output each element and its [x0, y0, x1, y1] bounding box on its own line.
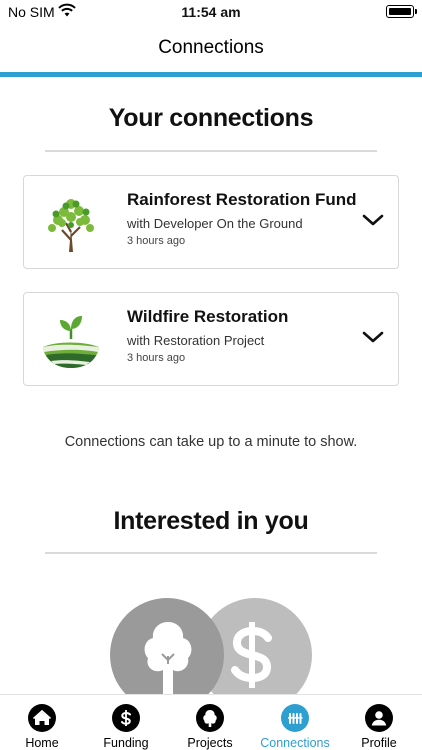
- tree-icon: [144, 622, 192, 694]
- connection-card[interactable]: Rainforest Restoration Fund with Develop…: [23, 175, 399, 269]
- dollar-icon: [231, 622, 272, 688]
- connection-timestamp: 3 hours ago: [127, 352, 186, 364]
- tab-label: Home: [25, 736, 59, 750]
- nav-header: Connections: [0, 24, 422, 74]
- tab-label: Connections: [260, 736, 330, 750]
- battery-icon: [386, 5, 417, 18]
- tab-label: Profile: [361, 736, 397, 750]
- connection-subtitle: with Developer On the Ground: [127, 216, 303, 231]
- connections-icon: [281, 704, 309, 732]
- connection-title: Rainforest Restoration Fund: [127, 190, 357, 209]
- connection-subtitle: with Restoration Project: [127, 333, 265, 348]
- sprout-field-logo-icon: [43, 316, 99, 368]
- status-bar: No SIM 11:54 am: [0, 0, 422, 24]
- your-connections-heading: Your connections: [108, 104, 314, 132]
- clock-label: 11:54 am: [181, 4, 241, 20]
- connection-card[interactable]: Wildfire Restoration with Restoration Pr…: [23, 292, 399, 386]
- section-divider: [45, 552, 377, 554]
- tab-projects[interactable]: Projects: [168, 695, 252, 750]
- connection-title: Wildfire Restoration: [127, 307, 289, 326]
- connections-hint: Connections can take up to a minute to s…: [64, 434, 358, 450]
- tab-profile[interactable]: Profile: [337, 695, 421, 750]
- page-title: Connections: [158, 37, 264, 58]
- tab-label: Funding: [103, 736, 149, 750]
- tab-label: Projects: [187, 736, 233, 750]
- connection-timestamp: 3 hours ago: [127, 235, 186, 247]
- tab-connections[interactable]: Connections: [253, 695, 337, 750]
- tab-bar: Home Funding Projects Connections Profil…: [0, 694, 422, 750]
- interested-heading: Interested in you: [113, 507, 309, 535]
- tab-funding[interactable]: Funding: [84, 695, 168, 750]
- header-accent-bar: [0, 72, 422, 77]
- section-divider: [45, 150, 377, 152]
- person-icon: [365, 704, 393, 732]
- chevron-down-icon[interactable]: [362, 212, 384, 228]
- tree-icon: [196, 704, 224, 732]
- tab-home[interactable]: Home: [0, 695, 84, 750]
- home-icon: [28, 704, 56, 732]
- interest-circles: [0, 598, 422, 712]
- tree-logo-icon: [48, 199, 94, 252]
- dollar-icon: [112, 704, 140, 732]
- chevron-down-icon[interactable]: [362, 329, 384, 345]
